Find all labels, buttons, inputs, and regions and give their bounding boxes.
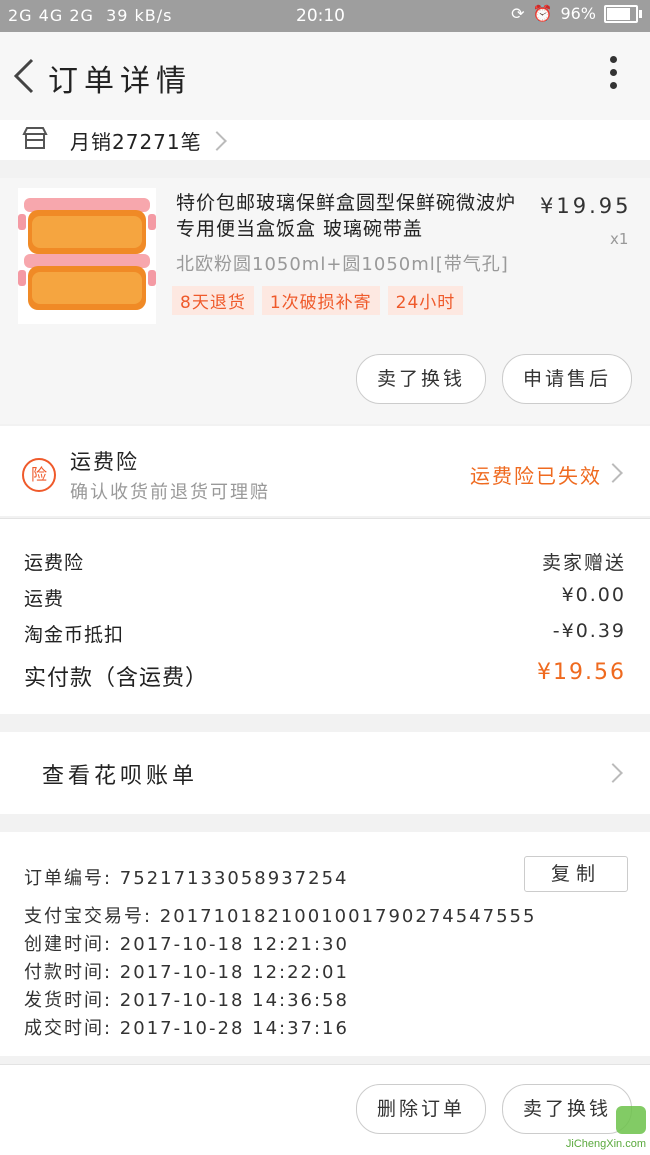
watermark-text: JiChengXin.com (565, 1138, 646, 1150)
total-paid-value: ¥19.56 (537, 660, 626, 685)
battery-percent: 96% (560, 4, 596, 23)
insurance-icon: 险 (22, 458, 56, 492)
shop-sales-row[interactable]: 月销27271笔 (0, 120, 650, 160)
alarm-icon: ⏰ (532, 4, 553, 23)
watermark-logo: JiChengXin.com (532, 1106, 646, 1150)
total-paid-label: 实付款（含运费） (24, 666, 209, 691)
fee-summary: 运费险 卖家赠送 运费 ¥0.00 淘金币抵扣 -¥0.39 实付款（含运费） … (0, 518, 650, 714)
insurance-title: 运费险 (70, 450, 139, 474)
product-card[interactable]: 特价包邮玻璃保鲜盒圆型保鲜碗微波炉专用便当盒饭盒 玻璃碗带盖 ¥19.95 x1… (0, 178, 650, 424)
product-title[interactable]: 特价包邮玻璃保鲜盒圆型保鲜碗微波炉专用便当盒饭盒 玻璃碗带盖 (176, 190, 528, 242)
back-arrow-icon[interactable] (8, 52, 42, 100)
sell-exchange-button[interactable]: 卖了换钱 (356, 354, 486, 404)
created-time: 创建时间: 2017-10-18 12:21:30 (24, 934, 349, 955)
lock-rotation-icon: ⟳ (511, 4, 525, 23)
insurance-subtitle: 确认收货前退货可理赔 (70, 482, 270, 503)
fee-label: 淘金币抵扣 (24, 624, 125, 646)
chevron-right-icon (603, 463, 623, 483)
fee-label: 运费 (24, 588, 65, 610)
watermark-icon (616, 1106, 646, 1134)
bottom-action-bar: 删除订单 卖了换钱 JiChengXin.com (0, 1064, 650, 1155)
page-title: 订单详情 (48, 64, 192, 99)
product-quantity: x1 (610, 230, 629, 248)
fee-value: 卖家赠送 (541, 552, 626, 574)
status-bar: 2G 4G 2G 39 kB/s 20:10 ⟳ ⏰ 96% (0, 0, 650, 32)
fee-value: -¥0.39 (552, 620, 626, 642)
after-sale-button[interactable]: 申请售后 (502, 354, 632, 404)
delete-order-button[interactable]: 删除订单 (356, 1084, 486, 1134)
tag-damage: 1次破损补寄 (261, 286, 380, 315)
order-info: 订单编号: 75217133058937254 复制 支付宝交易号: 20171… (0, 832, 650, 1056)
monthly-sales: 月销27271笔 (70, 130, 202, 154)
battery-icon (604, 4, 642, 23)
tag-return: 8天退货 (172, 286, 254, 315)
copy-button[interactable]: 复制 (524, 856, 628, 892)
completed-time: 成交时间: 2017-10-28 14:37:16 (24, 1018, 349, 1039)
product-image[interactable] (18, 188, 156, 324)
insurance-status: 运费险已失效 (470, 464, 602, 488)
huabei-bill-row[interactable]: 查看花呗账单 (0, 732, 650, 814)
fee-value: ¥0.00 (561, 584, 626, 606)
product-price: ¥19.95 (540, 194, 632, 218)
app-header: 订单详情 (0, 32, 650, 120)
clock: 20:10 (296, 6, 345, 26)
chevron-right-icon (207, 131, 227, 151)
chevron-right-icon (603, 763, 623, 783)
huabei-label: 查看花呗账单 (42, 764, 199, 789)
product-sku: 北欧粉圆1050ml+圆1050ml[带气孔] (176, 254, 509, 275)
order-number: 订单编号: 75217133058937254 (24, 868, 349, 889)
more-options-icon[interactable] (606, 56, 620, 96)
network-speed: 2G 4G 2G 39 kB/s (8, 6, 173, 25)
shipped-time: 发货时间: 2017-10-18 14:36:58 (24, 990, 349, 1011)
fee-label: 运费险 (24, 552, 85, 574)
tag-24h: 24小时 (387, 286, 464, 315)
alipay-number: 支付宝交易号: 2017101821001001790274547555 (24, 906, 537, 927)
service-tags: 8天退货 1次破损补寄 24小时 (172, 286, 464, 315)
shipping-insurance-row[interactable]: 险 运费险 确认收货前退货可理赔 运费险已失效 (0, 426, 650, 516)
paid-time: 付款时间: 2017-10-18 12:22:01 (24, 962, 349, 983)
shop-icon (22, 127, 48, 149)
